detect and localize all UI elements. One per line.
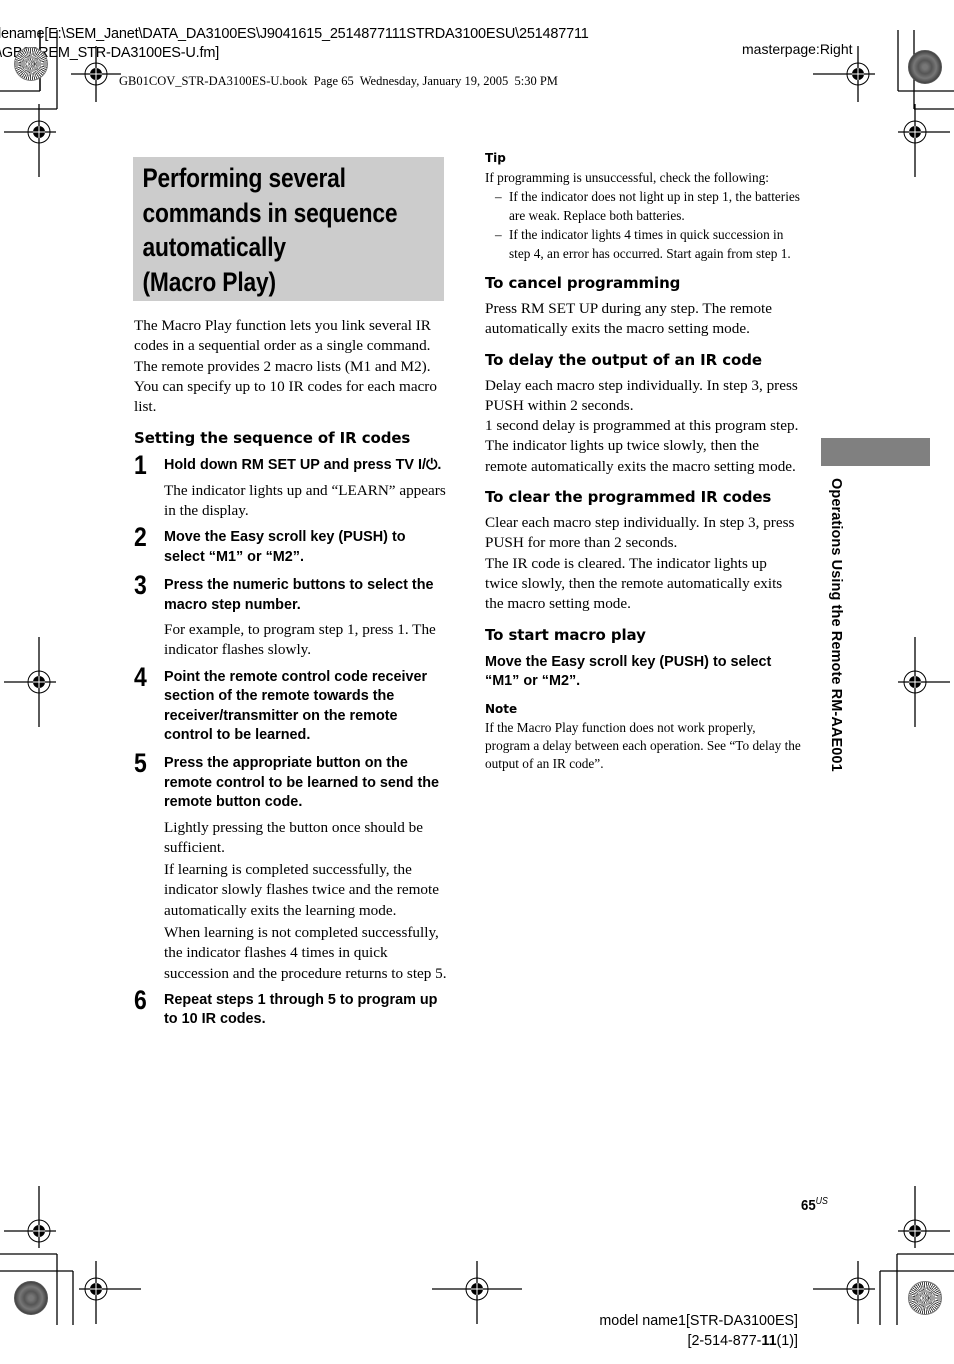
color-target-icon: [14, 47, 48, 81]
color-target-icon: [14, 1281, 48, 1315]
crop-mark-line: [39, 30, 41, 91]
color-target-icon: [908, 50, 942, 84]
color-target-icon: [908, 1281, 942, 1315]
